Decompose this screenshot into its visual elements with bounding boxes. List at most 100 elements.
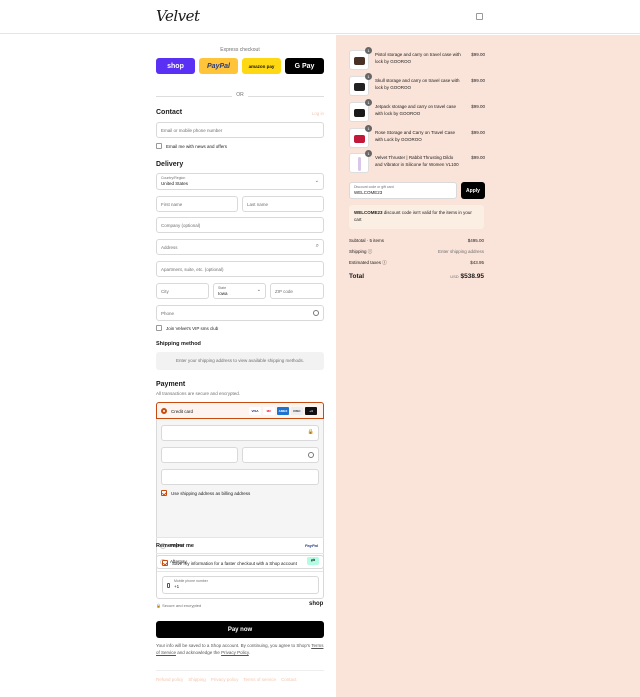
cart-item: 1 Skull storage and carry on travel case… [349, 73, 485, 98]
shopping-bag-icon[interactable] [476, 13, 483, 20]
save-info-label: Save my information for a faster checkou… [172, 561, 297, 566]
shipping-method-box: Enter your shipping address to view avai… [156, 352, 324, 370]
secure-note: 🔒 Secure and encrypted [156, 603, 202, 608]
taxes-row: Estimated taxes ⓘ $43.95 [349, 260, 484, 265]
lock-icon: 🔒 [307, 429, 314, 435]
footer-link-refund[interactable]: Refund policy [156, 677, 183, 682]
expiration-field[interactable] [161, 447, 238, 463]
cart-item: 1 Velvet Thruster | Rabbit Thrusting Dil… [349, 150, 485, 175]
quantity-badge: 1 [365, 47, 372, 54]
billing-label: Use shipping address as billing address [171, 491, 251, 496]
shipping-row: Shipping ⓘ Enter shipping address [349, 249, 484, 254]
remember-me-box: Save my information for a faster checkou… [156, 555, 324, 599]
apply-button[interactable]: Apply [461, 182, 485, 199]
or-label: OR [232, 92, 248, 98]
news-label: Email me with news and offers [166, 144, 227, 149]
item-name: Velvet Thruster | Rabbit Thrusting Dildo… [375, 155, 459, 167]
security-code-field[interactable] [242, 447, 319, 463]
amazon-pay-button[interactable]: amazon pay [242, 58, 281, 74]
email-field[interactable]: Email or mobile phone number [156, 122, 324, 138]
quantity-badge: 1 [365, 99, 372, 106]
company-field[interactable]: Company (optional) [156, 217, 324, 233]
item-name: Rose Storage and Carry on Travel Case wi… [375, 130, 456, 142]
zip-field[interactable]: ZIP code [270, 283, 324, 299]
login-link[interactable]: Log in [312, 111, 324, 116]
footer-link-contact[interactable]: Contact [281, 677, 297, 682]
help-icon[interactable] [313, 310, 319, 316]
pay-now-button[interactable]: Pay now [156, 621, 324, 638]
country-select[interactable]: Country/Region United States ⌄ [156, 173, 324, 190]
remember-me-title: Remember me [156, 543, 194, 549]
cart-item: 1 Pistol storage and carry on travel cas… [349, 47, 485, 72]
help-icon[interactable] [308, 452, 314, 458]
item-price: $99.00 [471, 78, 485, 83]
privacy-link[interactable]: Privacy Policy [221, 650, 249, 655]
amex-icon: AMEX [277, 407, 289, 415]
vip-checkbox[interactable] [156, 325, 162, 331]
address-field[interactable]: Address ⌕ [156, 239, 324, 255]
paypal-button[interactable]: PayPal [199, 58, 238, 74]
credit-card-option[interactable]: Credit card VISA MC AMEX DISC +4 [156, 402, 324, 419]
apartment-field[interactable]: Apartment, suite, etc. (optional) [156, 261, 324, 277]
total-value: $538.95 [460, 273, 485, 280]
legal-text: Your info will be saved to a Shop accoun… [156, 643, 324, 655]
express-checkout-title: Express checkout [220, 47, 260, 53]
currency-label: USD [450, 274, 459, 279]
mobile-phone-field[interactable]: Mobile phone number +1 [162, 576, 319, 594]
chevron-down-icon: ⌄ [314, 178, 319, 184]
city-field[interactable]: City [156, 283, 209, 299]
credit-card-radio[interactable] [161, 408, 167, 414]
help-icon[interactable]: ⓘ [382, 260, 387, 265]
news-checkbox[interactable] [156, 143, 162, 149]
brand-logo[interactable]: Velvet [156, 7, 200, 25]
footer-link-privacy[interactable]: Privacy policy [211, 677, 239, 682]
state-select[interactable]: State Iowa ⌄ [213, 283, 266, 299]
footer-link-shipping[interactable]: Shipping [188, 677, 206, 682]
total-row: Total USD $538.95 [349, 273, 484, 280]
cart-item: 1 Rose Storage and Carry on Travel Case … [349, 125, 485, 150]
save-info-checkbox[interactable] [162, 560, 168, 566]
header: Velvet [0, 0, 640, 34]
card-number-field[interactable]: 🔒 [161, 425, 319, 441]
item-name: Jetpack storage and carry on travel case… [375, 104, 457, 116]
shop-pay-button[interactable]: shop [156, 58, 195, 74]
quantity-badge: 1 [365, 73, 372, 80]
contact-title: Contact [156, 109, 183, 116]
billing-checkbox[interactable] [161, 490, 167, 496]
help-icon[interactable]: ⓘ [368, 249, 373, 254]
item-price: $99.00 [471, 104, 485, 109]
phone-icon [167, 583, 170, 588]
item-name: Skull storage and carry on travel case w… [375, 78, 460, 90]
last-name-field[interactable]: Last name [242, 196, 324, 212]
phone-field[interactable]: Phone [156, 305, 324, 321]
quantity-badge: 1 [365, 150, 372, 157]
payment-title: Payment [156, 381, 186, 388]
discount-error-notice: WELCOME23 discount code isn't valid for … [349, 205, 484, 229]
payment-subtitle: All transactions are secure and encrypte… [156, 391, 241, 396]
name-on-card-field[interactable] [161, 469, 319, 485]
shop-logo: shop [309, 601, 324, 607]
paypal-logo: PayPal [304, 543, 318, 548]
item-name: Pistol storage and carry on travel case … [375, 52, 461, 64]
subtotal-row: Subtotal · 5 items $495.00 [349, 238, 484, 243]
vip-label: Join Velvet's VIP sms club [166, 326, 219, 331]
cart-item: 1 Jetpack storage and carry on travel ca… [349, 99, 485, 124]
footer-links: Refund policy Shipping Privacy policy Te… [156, 677, 297, 682]
item-price: $99.00 [471, 130, 485, 135]
discover-icon: DISC [291, 407, 303, 415]
first-name-field[interactable]: First name [156, 196, 238, 212]
mastercard-icon: MC [263, 407, 275, 415]
more-cards-badge: +4 [305, 407, 317, 415]
quantity-badge: 1 [365, 125, 372, 132]
shipping-method-title: Shipping method [156, 341, 201, 347]
chevron-down-icon: ⌄ [256, 287, 261, 293]
card-form: 🔒 Use shipping address as billing addres… [157, 419, 323, 537]
item-price: $99.00 [471, 155, 485, 160]
footer-link-terms[interactable]: Terms of service [243, 677, 276, 682]
search-icon: ⌕ [315, 243, 319, 249]
discount-code-field[interactable]: Discount code or gift card WELCOME23 [349, 182, 457, 199]
delivery-title: Delivery [156, 161, 184, 168]
google-pay-button[interactable]: G Pay [285, 58, 324, 74]
item-price: $99.00 [471, 52, 485, 57]
visa-icon: VISA [249, 407, 261, 415]
